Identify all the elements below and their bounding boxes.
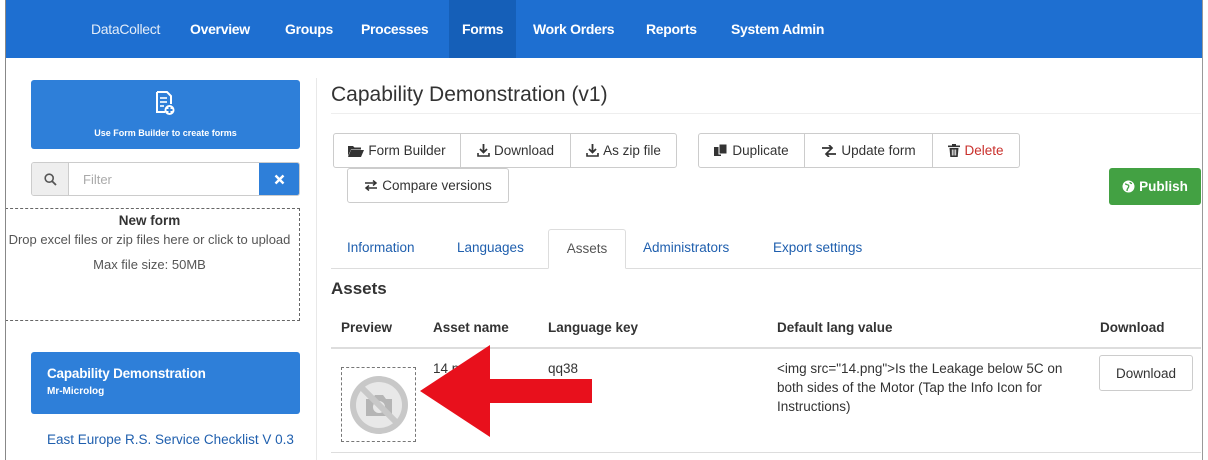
column-header-asset-name: Asset name — [433, 320, 509, 335]
window-edge-left — [0, 0, 6, 460]
nav-overview[interactable]: Overview — [190, 0, 250, 58]
dropzone-max-size: Max file size: 50MB — [93, 257, 206, 272]
dropzone-title: New form — [118, 213, 181, 228]
form-builder-label: Use Form Builder to create forms — [94, 128, 237, 138]
annotation-arrow-icon — [420, 345, 592, 437]
download-icon — [477, 144, 490, 157]
nav-brand[interactable]: DataCollect — [91, 0, 160, 58]
search-icon — [32, 163, 69, 195]
swap-icon — [365, 180, 378, 191]
filter-box — [31, 162, 300, 196]
form-list-item-active[interactable]: Capability Demonstration Mr-Microlog — [31, 352, 300, 414]
filter-input[interactable] — [69, 163, 259, 195]
nav-work-orders[interactable]: Work Orders — [533, 0, 615, 58]
globe-icon — [1122, 180, 1135, 193]
asset-preview — [341, 367, 416, 442]
title-divider — [331, 113, 1201, 114]
tab-export-settings[interactable]: Export settings — [773, 229, 862, 269]
download-button[interactable]: Download — [460, 133, 571, 168]
nav-processes[interactable]: Processes — [361, 0, 429, 58]
close-icon — [274, 174, 284, 184]
duplicate-button[interactable]: Duplicate — [698, 133, 805, 168]
form-title: Capability Demonstration — [47, 366, 206, 381]
form-builder-button[interactable]: Form Builder — [333, 133, 461, 168]
table-row-divider — [331, 452, 1201, 453]
nav-system-admin[interactable]: System Admin — [731, 0, 824, 58]
compare-versions-button[interactable]: Compare versions — [347, 168, 509, 203]
column-header-language-key: Language key — [548, 320, 639, 335]
asset-download-button[interactable]: Download — [1099, 355, 1193, 391]
dropzone-description: Drop excel files or zip files here or cl… — [8, 232, 291, 247]
form-owner: Mr-Microlog — [47, 386, 105, 397]
trash-icon — [948, 144, 961, 157]
sidebar-divider — [316, 78, 317, 460]
nav-groups[interactable]: Groups — [285, 0, 333, 58]
new-form-icon — [156, 91, 175, 115]
form-list-item[interactable]: East Europe R.S. Service Checklist V 0.3 — [47, 430, 297, 449]
clear-filter-button[interactable] — [259, 163, 299, 195]
update-form-button[interactable]: Update form — [804, 133, 933, 168]
copy-icon — [714, 144, 728, 156]
publish-button[interactable]: Publish — [1109, 168, 1201, 205]
transfer-icon — [822, 144, 837, 157]
tab-information[interactable]: Information — [347, 229, 415, 269]
folder-open-icon — [348, 145, 365, 157]
column-header-download: Download — [1100, 320, 1165, 335]
nav-forms[interactable]: Forms — [449, 0, 517, 58]
section-title: Assets — [331, 279, 387, 298]
no-image-icon — [349, 375, 408, 434]
download-zip-button[interactable]: As zip file — [570, 133, 677, 168]
download-icon — [586, 144, 599, 157]
top-navbar: DataCollect Overview Groups Processes Fo… — [0, 0, 1208, 58]
window-edge-right — [1202, 0, 1208, 460]
column-header-preview: Preview — [341, 320, 393, 335]
upload-dropzone[interactable]: New form Drop excel files or zip files h… — [0, 208, 300, 321]
tab-assets[interactable]: Assets — [548, 229, 626, 269]
tab-administrators[interactable]: Administrators — [643, 229, 729, 269]
nav-reports[interactable]: Reports — [646, 0, 697, 58]
default-value-cell: <img src="14.png">Is the Leakage below 5… — [777, 361, 1063, 414]
tab-languages[interactable]: Languages — [457, 229, 524, 269]
column-header-default-value: Default lang value — [777, 320, 893, 335]
page-title: Capability Demonstration (v1) — [331, 83, 608, 106]
delete-button[interactable]: Delete — [932, 133, 1020, 168]
form-builder-cta[interactable]: Use Form Builder to create forms — [31, 80, 300, 149]
